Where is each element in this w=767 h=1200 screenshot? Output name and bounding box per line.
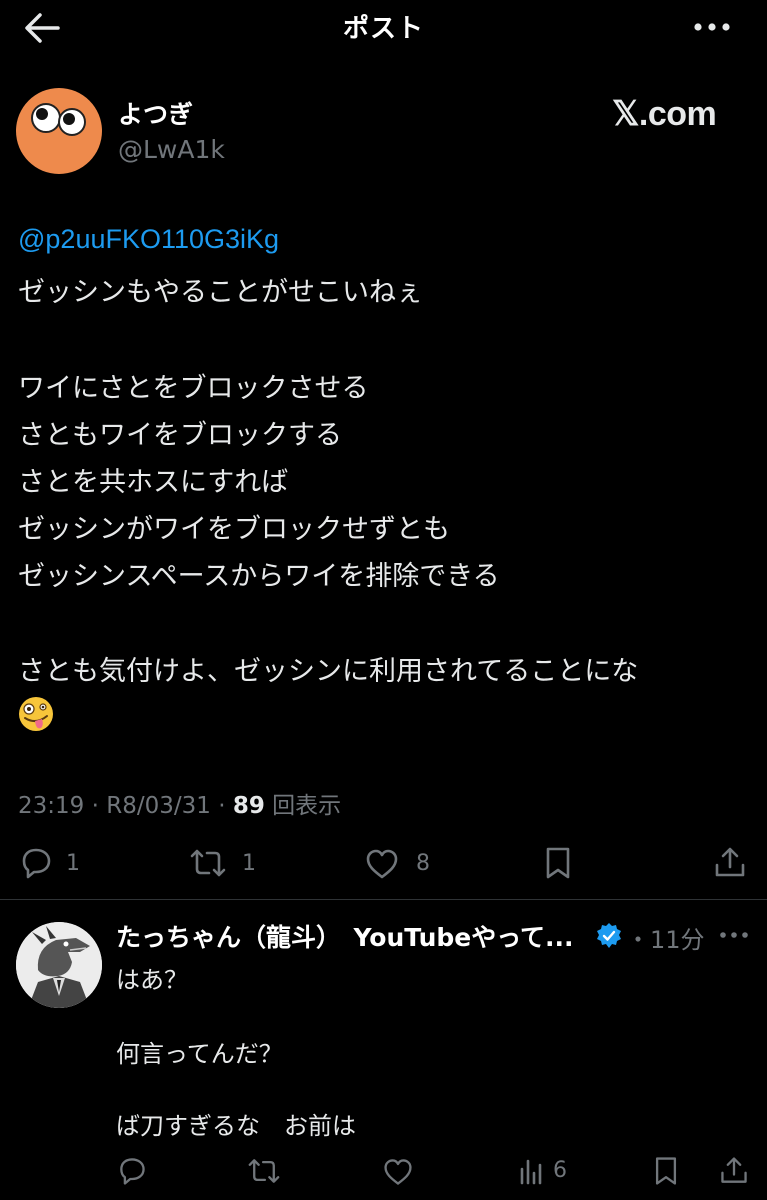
reply-view-count: 6 bbox=[553, 1158, 567, 1183]
mention-link[interactable]: @p2uuFKO110G3iKg bbox=[18, 224, 279, 255]
view-label: 回表示 bbox=[272, 793, 342, 819]
more-horizontal-icon bbox=[694, 23, 730, 31]
reply-share-button[interactable] bbox=[718, 1155, 750, 1187]
repost-count: 1 bbox=[242, 851, 256, 876]
reply-reply-button[interactable] bbox=[116, 1155, 148, 1187]
repost-icon bbox=[248, 1159, 280, 1183]
share-icon bbox=[721, 1157, 747, 1183]
share-button[interactable] bbox=[712, 845, 748, 881]
comment-icon bbox=[120, 1158, 145, 1185]
post-text-line: さとも気付けよ、ゼッシンに利用されてることにな bbox=[18, 656, 639, 687]
post-text-line: ゼッシンスペースからワイを排除できる bbox=[18, 561, 500, 592]
share-icon bbox=[715, 847, 745, 877]
bookmark-icon bbox=[546, 847, 570, 879]
reply-bookmark-button[interactable] bbox=[650, 1155, 682, 1187]
reply-more-button[interactable] bbox=[718, 926, 750, 944]
reply-repost-button[interactable] bbox=[246, 1155, 280, 1187]
reply-count: 1 bbox=[66, 851, 80, 876]
googly-eyes-avatar-icon bbox=[31, 103, 86, 136]
more-button[interactable] bbox=[690, 16, 734, 38]
author-name[interactable]: よつぎ bbox=[118, 95, 193, 131]
bookmark-icon bbox=[655, 1157, 677, 1185]
analytics-icon bbox=[520, 1159, 542, 1185]
like-button[interactable] bbox=[364, 846, 400, 882]
repost-icon bbox=[190, 849, 226, 877]
post-text-line: ゼッシンもやることがせこいねぇ bbox=[18, 277, 423, 308]
dragon-suit-avatar-icon bbox=[16, 922, 102, 1008]
reply-time: ・11分 bbox=[626, 926, 705, 954]
divider bbox=[0, 899, 767, 900]
reply-avatar[interactable] bbox=[16, 922, 102, 1008]
like-count: 8 bbox=[416, 851, 430, 876]
post-text-line: ワイにさとをブロックさせる bbox=[18, 373, 369, 404]
reply-text-line: ば刀すぎるな お前は bbox=[116, 1112, 356, 1140]
more-horizontal-icon bbox=[720, 932, 748, 938]
bookmark-button[interactable] bbox=[540, 845, 576, 881]
reply-author-name[interactable]: たっちゃん（龍斗） YouTubeやって... bbox=[116, 918, 573, 954]
page-title: ポスト bbox=[342, 14, 424, 44]
zany-face-emoji bbox=[16, 694, 56, 734]
reply-text-line: はあ？ bbox=[116, 966, 188, 994]
view-count: 89 bbox=[232, 793, 265, 819]
avatar[interactable] bbox=[16, 88, 102, 174]
comment-icon bbox=[22, 848, 51, 879]
author-handle[interactable]: @LwA1k bbox=[118, 135, 225, 164]
post-meta: 23:19 · R8/03/31 · 89 回表示 bbox=[18, 793, 342, 819]
post-date: R8/03/31 bbox=[106, 793, 211, 819]
reply-text-line: 何言ってんだ？ bbox=[116, 1040, 283, 1068]
x-com-watermark: 𝕏.com bbox=[612, 95, 717, 133]
heart-icon bbox=[366, 849, 398, 879]
reply-views-button[interactable] bbox=[516, 1155, 548, 1187]
verified-badge-icon bbox=[594, 921, 624, 951]
post-text-line: さとを共ホスにすれば bbox=[18, 467, 289, 498]
post-text-line: さともワイをブロックする bbox=[18, 420, 342, 451]
repost-button[interactable] bbox=[188, 845, 226, 881]
reply-button[interactable] bbox=[18, 845, 54, 881]
reply-like-button[interactable] bbox=[382, 1156, 414, 1188]
heart-icon bbox=[384, 1159, 412, 1185]
post-text-line: ゼッシンがワイをブロックせずとも bbox=[18, 514, 450, 545]
post-time: 23:19 bbox=[18, 793, 85, 819]
